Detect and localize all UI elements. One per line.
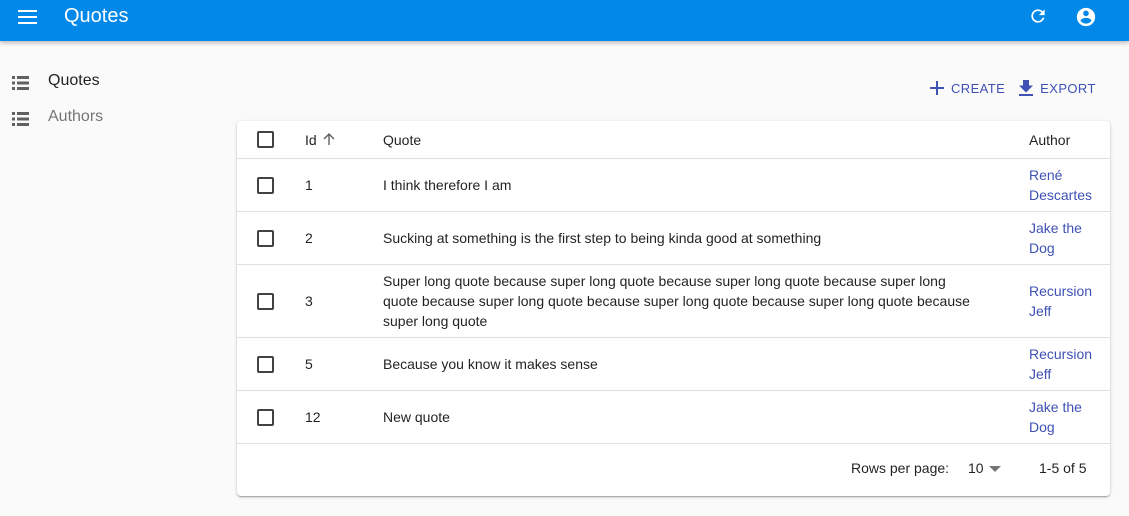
- author-line: Descartes: [1029, 187, 1093, 203]
- author-line: Jeff: [1029, 303, 1052, 319]
- sidebar-item-label: Authors: [48, 108, 104, 125]
- cell-author-link[interactable]: Recursion Jeff: [1029, 344, 1104, 384]
- select-all-checkbox[interactable]: [257, 131, 274, 148]
- chevron-down-icon: [989, 466, 1001, 472]
- column-header-quote: Quote: [383, 132, 422, 148]
- cell-quote: Sucking at something is the first step t…: [383, 230, 822, 246]
- pagination-range: 1-5 of 5: [1039, 460, 1087, 476]
- create-button[interactable]: CREATE: [930, 76, 1005, 100]
- cell-quote: I think therefore I am: [383, 177, 512, 193]
- menu-icon[interactable]: [18, 10, 38, 24]
- sidebar-item-quotes[interactable]: Quotes: [0, 68, 200, 98]
- cell-id: 12: [305, 409, 321, 425]
- cell-id: 3: [305, 293, 313, 309]
- row-checkbox[interactable]: [257, 356, 274, 373]
- table-row[interactable]: 3 Super long quote because super long qu…: [237, 265, 1110, 338]
- author-line: René: [1029, 167, 1063, 183]
- table-row[interactable]: 1 I think therefore I am René Descartes: [237, 159, 1110, 212]
- cell-author-link[interactable]: René Descartes: [1029, 165, 1104, 205]
- column-header-id[interactable]: Id: [305, 130, 317, 150]
- datagrid-card: Id Quote Author 1 I think therefore I am…: [237, 121, 1110, 496]
- author-line: Recursion: [1029, 346, 1093, 362]
- row-checkbox[interactable]: [257, 177, 274, 194]
- arrow-up-icon[interactable]: [322, 132, 336, 146]
- pagination: Rows per page: 10 1-5 of 5: [237, 444, 1110, 496]
- cell-author-link[interactable]: Recursion Jeff: [1029, 281, 1104, 321]
- rows-per-page-value: 10: [968, 460, 984, 476]
- author-line: Recursion: [1029, 283, 1093, 299]
- export-button-label: EXPORT: [1040, 80, 1096, 96]
- author-line: Dog: [1029, 240, 1055, 256]
- author-line: Jake the: [1029, 399, 1082, 415]
- export-button[interactable]: EXPORT: [1019, 76, 1096, 100]
- refresh-icon[interactable]: [1028, 6, 1048, 26]
- row-checkbox[interactable]: [257, 409, 274, 426]
- create-button-label: CREATE: [951, 80, 1006, 96]
- sidebar-item-label: Quotes: [48, 72, 100, 89]
- add-icon: [930, 81, 944, 95]
- page-title: Quotes: [64, 5, 129, 27]
- row-checkbox[interactable]: [257, 230, 274, 247]
- author-line: Dog: [1029, 419, 1055, 435]
- column-header-author: Author: [1029, 132, 1071, 148]
- sidebar-item-authors[interactable]: Authors: [0, 104, 200, 134]
- list-actions: CREATE EXPORT: [930, 76, 1110, 100]
- cell-quote: New quote: [383, 409, 450, 425]
- table-row[interactable]: 5 Because you know it makes sense Recurs…: [237, 338, 1110, 391]
- quote-line: quote because super long quote because s…: [383, 293, 970, 309]
- table-row[interactable]: 12 New quote Jake the Dog: [237, 391, 1110, 444]
- download-icon: [1019, 80, 1034, 96]
- list-icon: [12, 76, 29, 90]
- cell-quote: Because you know it makes sense: [383, 356, 598, 372]
- app-bar: Quotes: [0, 0, 1129, 41]
- author-line: Jeff: [1029, 366, 1052, 382]
- rows-per-page-select[interactable]: 10: [968, 458, 1004, 482]
- quote-line: super long quote: [383, 313, 488, 329]
- table-header-row: Id Quote Author: [237, 121, 1110, 159]
- cell-quote: Super long quote because super long quot…: [383, 271, 1003, 331]
- list-icon: [12, 112, 29, 126]
- table-row[interactable]: 2 Sucking at something is the first step…: [237, 212, 1110, 265]
- cell-id: 2: [305, 230, 313, 246]
- quote-line: Super long quote because super long quot…: [383, 273, 946, 289]
- row-checkbox[interactable]: [257, 293, 274, 310]
- cell-author-link[interactable]: Jake the Dog: [1029, 218, 1104, 258]
- cell-author-link[interactable]: Jake the Dog: [1029, 397, 1104, 437]
- cell-id: 1: [305, 177, 313, 193]
- author-line: Jake the: [1029, 220, 1082, 236]
- rows-per-page-label: Rows per page:: [851, 460, 950, 476]
- cell-id: 5: [305, 356, 313, 372]
- account-circle-icon[interactable]: [1075, 6, 1097, 28]
